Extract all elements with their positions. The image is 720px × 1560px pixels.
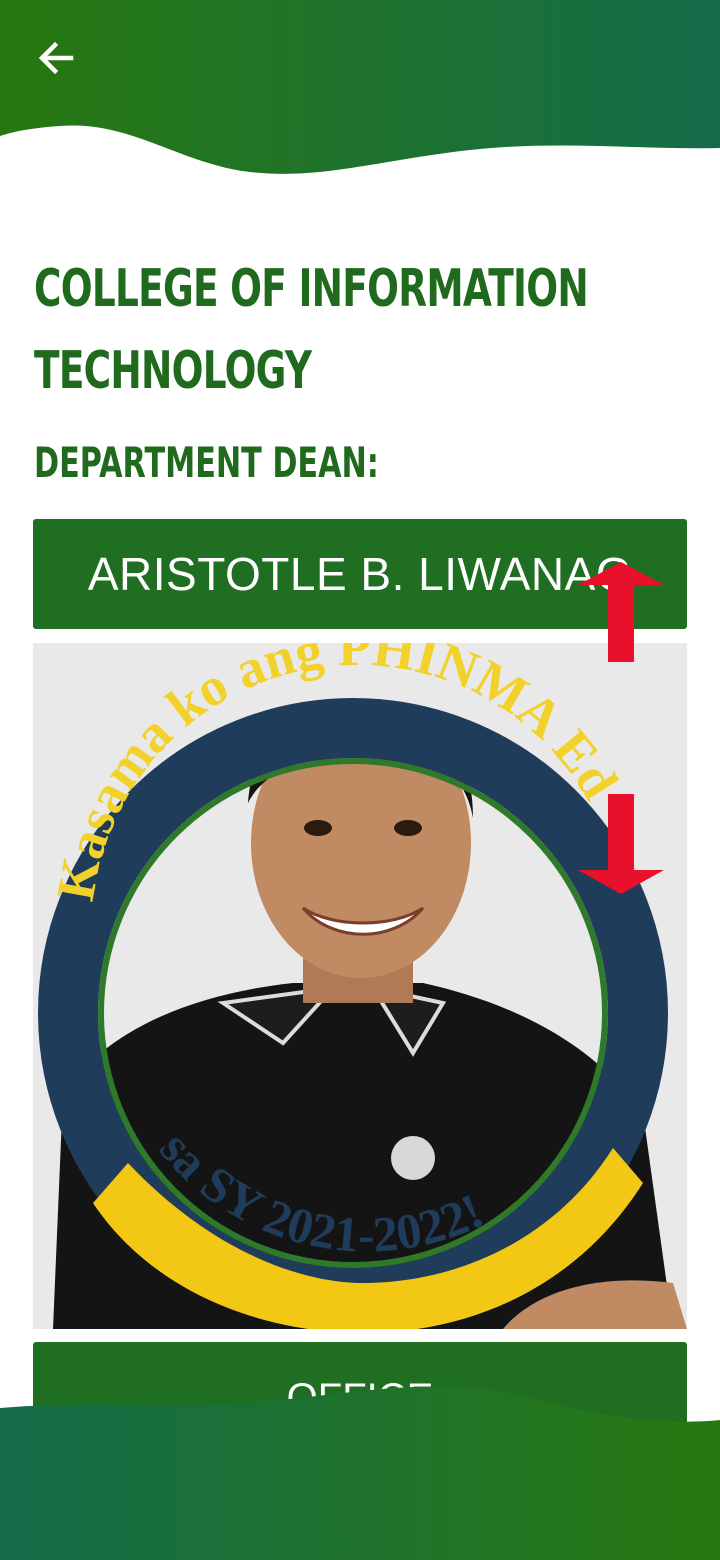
header-wave <box>0 0 720 174</box>
arrow-down-icon <box>578 794 664 894</box>
dean-photo: Kasama ko ang PHINMA Ed sa SY 2021-2022! <box>33 643 687 1329</box>
footer-wave <box>0 1386 720 1560</box>
dean-heading: DEPARTMENT DEAN: <box>34 438 379 487</box>
college-title: COLLEGE OF INFORMATION TECHNOLOGY <box>34 259 589 401</box>
back-button[interactable] <box>28 30 84 86</box>
dean-name: ARISTOTLE B. LIWANAG <box>87 548 633 600</box>
arrow-up-icon <box>578 562 664 662</box>
arrow-left-icon <box>38 41 74 75</box>
photo-illustration: Kasama ko ang PHINMA Ed sa SY 2021-2022! <box>33 643 687 1329</box>
